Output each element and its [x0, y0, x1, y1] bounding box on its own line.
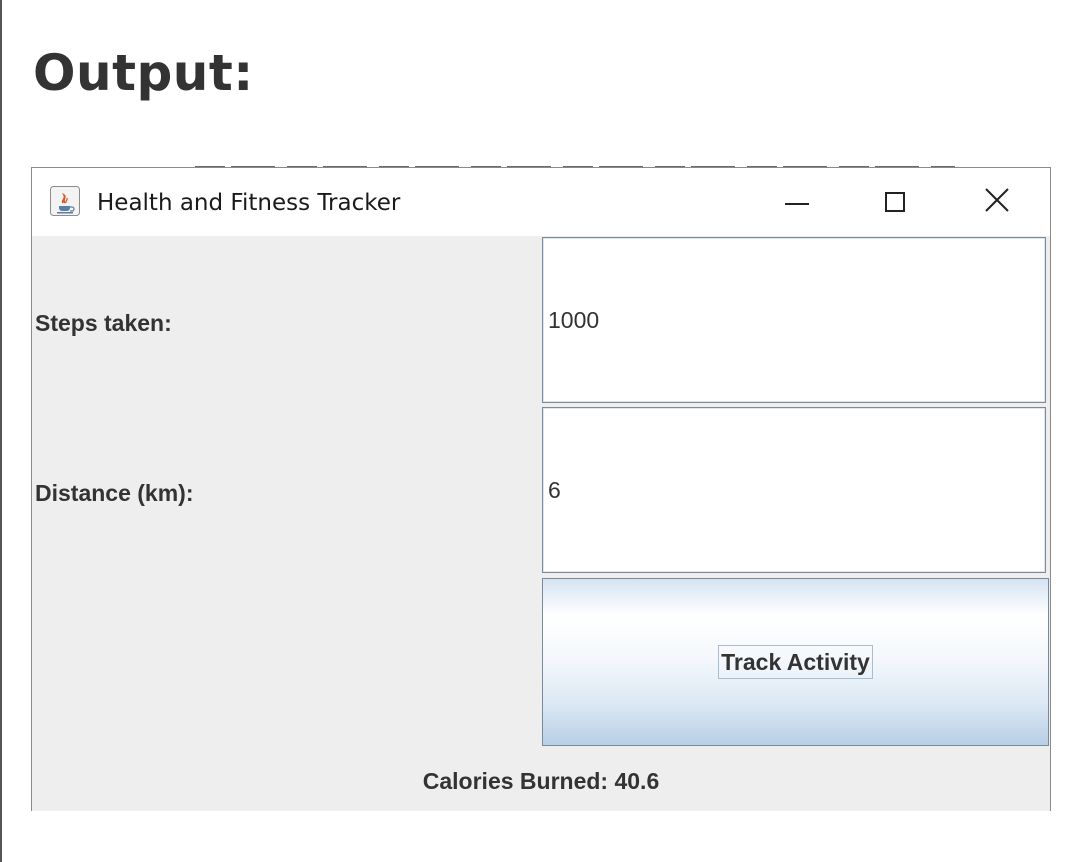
output-heading: Output: — [33, 44, 254, 102]
calories-result: Calories Burned: 40.6 — [422, 768, 660, 794]
distance-input[interactable] — [542, 407, 1046, 573]
window-title: Health and Fitness Tracker — [97, 190, 401, 216]
close-button[interactable] — [949, 168, 1045, 236]
screenshot-page: Output: Health and Fitness Tracker Steps… — [0, 0, 1080, 862]
track-activity-button[interactable]: Track Activity — [542, 578, 1049, 746]
maximize-icon — [885, 192, 905, 212]
form-panel: Steps taken: Distance (km): Track Activi… — [32, 236, 1050, 811]
steps-input[interactable] — [542, 237, 1046, 403]
minimize-button[interactable] — [749, 168, 845, 236]
application-window: Health and Fitness Tracker Steps taken: … — [31, 167, 1051, 811]
page-left-border — [0, 0, 2, 862]
java-cup-icon — [50, 186, 80, 216]
minimize-icon — [785, 203, 809, 205]
maximize-button[interactable] — [847, 168, 943, 236]
distance-label: Distance (km): — [35, 480, 194, 506]
window-titlebar[interactable]: Health and Fitness Tracker — [32, 168, 1050, 236]
close-icon — [984, 187, 1010, 218]
track-activity-label: Track Activity — [718, 645, 873, 679]
steps-label: Steps taken: — [35, 310, 172, 336]
